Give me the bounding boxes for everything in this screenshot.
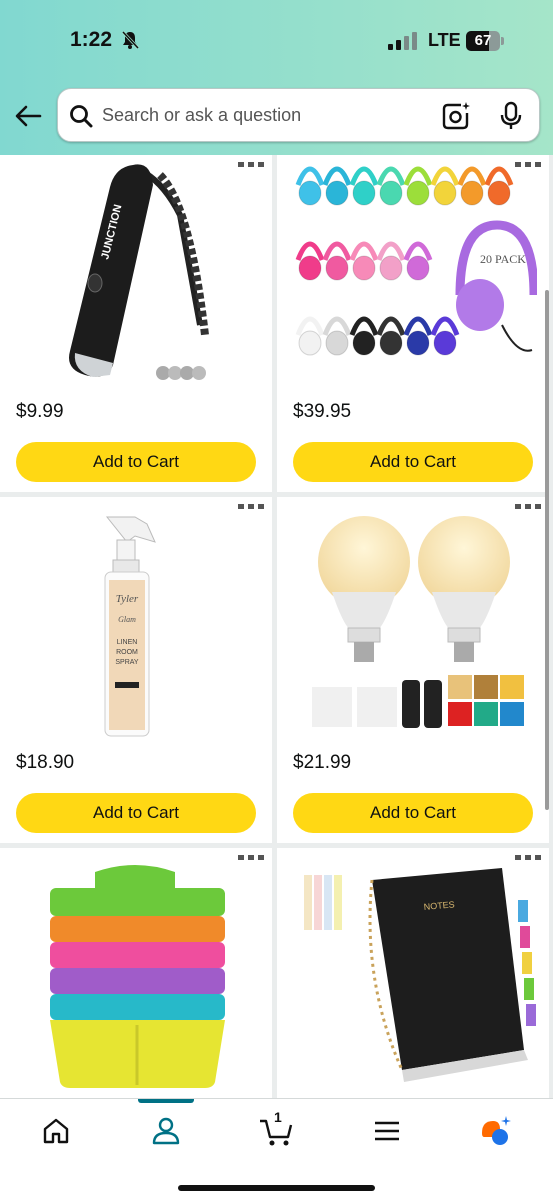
cellular-signal-icon — [388, 32, 417, 50]
add-to-cart-button[interactable]: Add to Cart — [16, 442, 256, 482]
search-input[interactable] — [102, 99, 422, 131]
cart-count: 1 — [274, 1109, 282, 1125]
light-bulbs-image[interactable] — [292, 512, 537, 742]
add-to-cart-button[interactable]: Add to Cart — [16, 793, 256, 833]
product-card[interactable]: Tyler Glam LINEN ROOM SPRAY $18.90 Add t… — [0, 497, 272, 843]
spray-line2-text: ROOM — [116, 649, 138, 656]
caddy-image[interactable] — [15, 860, 260, 1090]
spray-scent-text: Glam — [118, 615, 136, 624]
back-arrow-icon[interactable] — [12, 100, 44, 132]
active-tab-indicator — [138, 1099, 194, 1103]
microphone-icon[interactable] — [499, 101, 523, 131]
camera-lens-icon[interactable] — [441, 101, 471, 131]
product-card[interactable]: $21.99 Add to Cart — [277, 497, 549, 843]
rufus-assistant-icon[interactable] — [478, 1113, 514, 1149]
menu-icon[interactable] — [369, 1113, 405, 1149]
linen-spray-image[interactable]: Tyler Glam LINEN ROOM SPRAY — [15, 512, 260, 742]
status-bar: 1:22 LTE 67 — [0, 0, 553, 80]
more-options-icon[interactable] — [238, 501, 264, 511]
product-price: $39.95 — [293, 401, 352, 422]
add-to-cart-button[interactable]: Add to Cart — [293, 793, 533, 833]
product-card[interactable]: 20 PACK $39.95 Add to Cart — [277, 155, 549, 492]
status-time: 1:22 — [70, 28, 113, 51]
home-icon[interactable] — [38, 1113, 74, 1149]
product-card[interactable]: NOTES — [277, 848, 549, 1098]
cart-nav[interactable]: 1 — [258, 1109, 294, 1149]
product-price: $9.99 — [16, 401, 64, 422]
pack-count-text: 20 PACK — [480, 252, 526, 266]
product-grid: JUNCTION $9.99 Add to Cart 20 PACK $39.9… — [0, 155, 553, 1098]
header: 1:22 LTE 67 — [0, 0, 553, 155]
headphones-image[interactable]: 20 PACK — [292, 155, 537, 385]
spray-brand-text: Tyler — [116, 593, 139, 605]
battery-percent: 67 — [474, 32, 492, 49]
silent-bell-icon — [121, 30, 140, 50]
add-to-cart-button[interactable]: Add to Cart — [293, 442, 533, 482]
more-options-icon[interactable] — [515, 501, 541, 511]
product-price: $18.90 — [16, 752, 75, 773]
scrollbar[interactable] — [545, 290, 549, 810]
search-icon — [70, 105, 93, 128]
bottom-nav: 1 — [0, 1098, 553, 1200]
product-price: $21.99 — [293, 752, 352, 773]
whistle-image[interactable]: JUNCTION — [15, 155, 260, 385]
battery-icon: 67 — [466, 31, 504, 51]
network-type: LTE — [428, 30, 461, 50]
account-icon[interactable] — [148, 1113, 184, 1149]
product-card[interactable] — [0, 848, 272, 1098]
notebook-image[interactable]: NOTES — [292, 860, 537, 1090]
home-indicator — [178, 1185, 375, 1191]
search-bar[interactable] — [57, 88, 540, 142]
spray-line3-text: SPRAY — [115, 659, 139, 666]
product-card[interactable]: JUNCTION $9.99 Add to Cart — [0, 155, 272, 492]
spray-line1-text: LINEN — [117, 639, 138, 646]
